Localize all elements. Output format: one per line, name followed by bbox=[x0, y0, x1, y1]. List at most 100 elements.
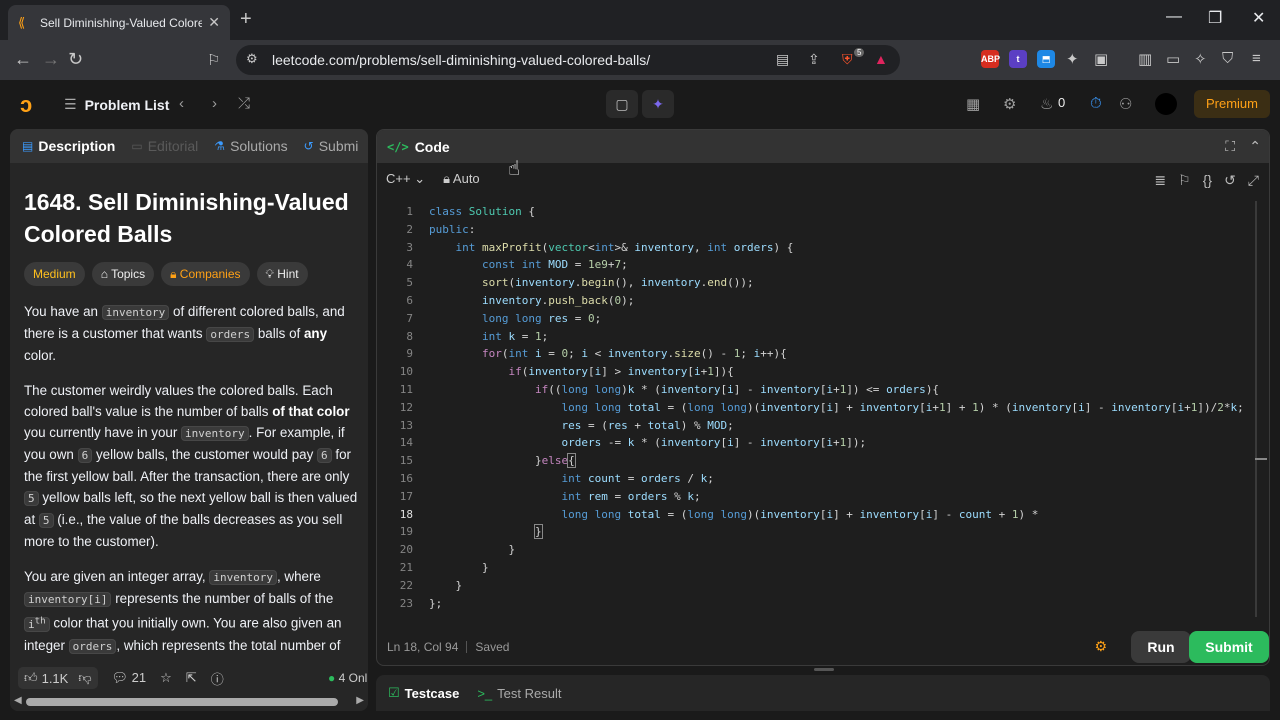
editor-scrollbar[interactable] bbox=[1255, 201, 1257, 617]
share-icon[interactable]: ⇱ bbox=[186, 670, 197, 686]
reload-icon[interactable]: ↻ bbox=[68, 49, 83, 70]
tab-submissions[interactable]: ↺ Submi bbox=[304, 138, 359, 154]
language-select[interactable]: C++ ⌄ bbox=[386, 171, 425, 187]
description-panel: ▤ Description ▭ Editorial ⚗ Solutions ↺ Subm… bbox=[10, 129, 368, 711]
history-icon: ↺ bbox=[303, 139, 314, 153]
lock-icon: 🔒︎ bbox=[170, 267, 180, 281]
add-friend-icon[interactable]: ⚇ bbox=[1119, 95, 1132, 113]
hint-tag[interactable]: 💡︎ Hint bbox=[256, 262, 308, 286]
vpn-icon[interactable]: ⛉ bbox=[1222, 50, 1233, 67]
new-tab-icon[interactable]: + bbox=[240, 8, 252, 31]
difficulty-badge[interactable]: Medium bbox=[24, 262, 85, 286]
tag-icon: ⌂ bbox=[100, 267, 112, 281]
horizontal-scrollbar[interactable]: ◀ ▶ bbox=[10, 694, 368, 711]
browser-tabbar: ⟪ Sell Diminishing-Valued Colored ✕ + — … bbox=[0, 0, 1280, 40]
editor-tool-icons: ≣ ⚐ {} ↺ ⤢ bbox=[1154, 172, 1259, 189]
scroll-thumb[interactable] bbox=[26, 698, 338, 706]
address-bar[interactable]: ⚙ leetcode.com/problems/sell-diminishing… bbox=[236, 45, 900, 75]
like-button[interactable]: 👍︎ 1.1K 👎︎ bbox=[18, 667, 98, 689]
problem-description: You have an inventory of different color… bbox=[24, 301, 358, 711]
note-icon[interactable]: ▢ bbox=[606, 90, 638, 118]
t-extension-icon[interactable]: t bbox=[1009, 50, 1027, 68]
share-icon[interactable]: ⇪ bbox=[808, 51, 820, 68]
leo-ai-icon[interactable]: ✧ bbox=[1194, 50, 1207, 68]
premium-button[interactable]: Premium bbox=[1194, 90, 1270, 118]
submit-button[interactable]: Submit bbox=[1189, 631, 1269, 663]
site-info-icon[interactable]: ⚙ bbox=[246, 51, 258, 67]
tab-description[interactable]: ▤ Description bbox=[22, 138, 115, 154]
debugger-icon[interactable]: ⚙ bbox=[1094, 638, 1107, 655]
fullscreen-icon[interactable]: ⛶ bbox=[1225, 138, 1235, 155]
thumbs-down-icon[interactable]: 👎︎ bbox=[78, 670, 91, 686]
brave-rewards-icon[interactable]: ▲ bbox=[874, 51, 888, 67]
leetcode-logo-icon[interactable]: ↄ bbox=[20, 92, 32, 118]
problem-list-label: Problem List bbox=[84, 96, 170, 113]
url-text: leetcode.com/problems/sell-diminishing-v… bbox=[272, 52, 651, 68]
tab-editorial[interactable]: ▭ Editorial bbox=[131, 138, 198, 154]
braces-icon[interactable]: {} bbox=[1203, 172, 1212, 189]
code-panel-title: Code bbox=[414, 138, 450, 155]
checkbox-icon: ☑ bbox=[388, 685, 400, 700]
code-editor[interactable]: 1 class Solution { 2 public: 3 int maxProf… bbox=[377, 201, 1257, 623]
next-problem-icon[interactable]: › bbox=[212, 95, 217, 112]
reset-icon[interactable]: ↺ bbox=[1224, 172, 1236, 189]
comments-button[interactable]: 💬︎ 21 bbox=[112, 670, 147, 686]
brave-shield-icon[interactable]: ⛨ bbox=[842, 51, 853, 68]
shield-badge: 5 bbox=[854, 48, 865, 57]
leetcode-favicon-icon: ⟪ bbox=[18, 14, 26, 30]
scroll-marker bbox=[1255, 458, 1267, 460]
close-tab-icon[interactable]: ✕ bbox=[208, 14, 220, 31]
shuffle-icon[interactable]: ⤮ bbox=[238, 95, 250, 112]
auto-mode[interactable]: 🔒︎ Auto bbox=[443, 171, 480, 187]
timer-icon[interactable]: ⏱ bbox=[1090, 95, 1102, 112]
tab-solutions[interactable]: ⚗ Solutions bbox=[214, 138, 287, 154]
minimize-icon[interactable]: — bbox=[1166, 8, 1182, 26]
adblock-icon[interactable]: ABP bbox=[981, 50, 1000, 68]
extensions-icon[interactable]: ✦ bbox=[1066, 50, 1079, 68]
streak-count: 0 bbox=[1058, 95, 1066, 110]
screenshot-icon[interactable]: ▣ bbox=[1094, 50, 1108, 68]
bookmark-icon[interactable]: ⚐ bbox=[1178, 172, 1191, 189]
tab-testcase[interactable]: ☑ Testcase bbox=[388, 685, 459, 701]
avatar[interactable] bbox=[1155, 93, 1177, 115]
solutions-icon: ⚗ bbox=[214, 139, 226, 153]
maximize-icon[interactable]: ❐ bbox=[1208, 8, 1222, 28]
run-button[interactable]: Run bbox=[1131, 631, 1191, 663]
description-footer: 👍︎ 1.1K 👎︎ 💬︎ 21 ☆ ⇱ ⓘ ● 4 Onli bbox=[10, 662, 368, 694]
leetcode-header bbox=[0, 80, 1280, 128]
format-icon[interactable]: ≣ bbox=[1154, 172, 1166, 189]
chevron-down-icon: ⌄ bbox=[414, 171, 426, 186]
cursor-position: Ln 18, Col 94 bbox=[387, 640, 459, 654]
save-status: Saved bbox=[475, 640, 510, 654]
forward-icon[interactable]: → bbox=[42, 49, 60, 70]
problem-tags: Medium ⌂ Topics 🔒︎ Companies 💡︎ Hint bbox=[24, 262, 308, 286]
reader-mode-icon[interactable]: ▤ bbox=[776, 51, 789, 68]
close-window-icon[interactable]: ✕ bbox=[1252, 8, 1265, 28]
mouse-pointer-icon: ☝ bbox=[508, 158, 521, 180]
collapse-icon[interactable]: ⌃ bbox=[1249, 138, 1261, 155]
tab-test-result[interactable]: >_ Test Result bbox=[477, 686, 561, 701]
wallet-icon[interactable]: ▭ bbox=[1166, 50, 1180, 68]
layout-icon[interactable]: ▦ bbox=[966, 95, 980, 113]
tab-title: Sell Diminishing-Valued Colored bbox=[40, 15, 203, 30]
panel-resize-handle[interactable] bbox=[814, 668, 834, 671]
streak-fire-icon[interactable]: ♨ bbox=[1040, 95, 1053, 113]
expand-icon[interactable]: ⤢ bbox=[1248, 172, 1259, 189]
settings-gear-icon[interactable]: ⚙ bbox=[1003, 95, 1016, 113]
prev-problem-icon[interactable]: ‹ bbox=[179, 95, 184, 112]
back-icon[interactable]: ← bbox=[14, 49, 32, 70]
favorite-star-icon[interactable]: ☆ bbox=[160, 670, 172, 686]
menu-icon[interactable]: ≡ bbox=[1252, 50, 1261, 67]
topics-tag[interactable]: ⌂ Topics bbox=[91, 262, 155, 286]
editor-footer: Ln 18, Col 94 Saved ⚙ Run Submit bbox=[377, 628, 1269, 665]
extension-blue-icon[interactable]: ⬒ bbox=[1037, 50, 1055, 68]
problem-list-button[interactable]: ☰ Problem List bbox=[64, 96, 169, 113]
scroll-right-icon[interactable]: ▶ bbox=[356, 695, 364, 706]
sidebar-icon[interactable]: ▥ bbox=[1138, 50, 1152, 68]
browser-tab[interactable]: ⟪ Sell Diminishing-Valued Colored ✕ bbox=[8, 5, 230, 40]
bookmark-icon[interactable]: ⚐ bbox=[207, 51, 220, 69]
companies-tag[interactable]: 🔒︎ Companies bbox=[161, 262, 250, 286]
help-icon[interactable]: ⓘ bbox=[211, 669, 224, 688]
scroll-left-icon[interactable]: ◀ bbox=[14, 695, 22, 706]
ai-sparkle-icon[interactable]: ✦ bbox=[642, 90, 674, 118]
